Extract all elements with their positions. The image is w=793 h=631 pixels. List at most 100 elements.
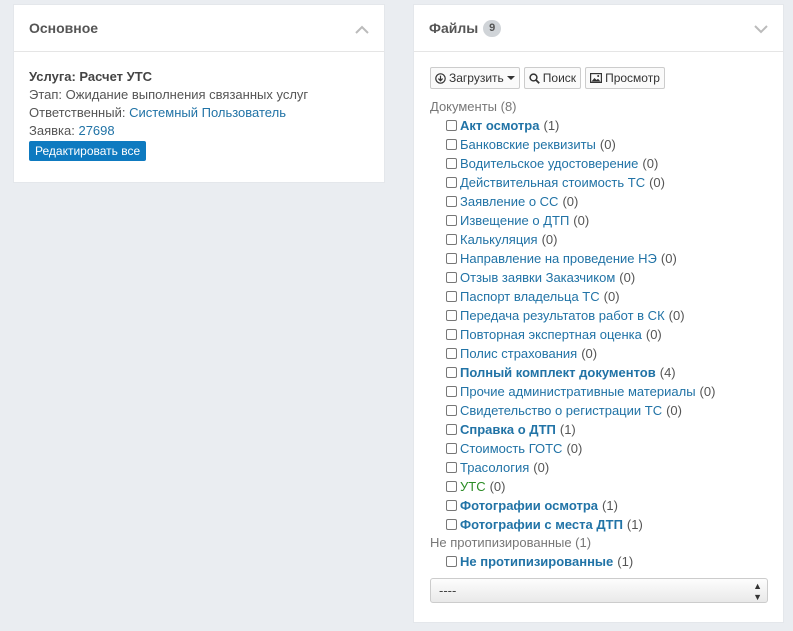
file-type-row: Стоимость ГОТС (0): [430, 439, 783, 458]
upload-button[interactable]: Загрузить: [430, 67, 520, 89]
file-type-checkbox[interactable]: [446, 519, 457, 530]
files-panel-title-wrap: Файлы 9: [429, 19, 502, 37]
file-type-row: Свидетельство о регистрации ТС (0): [430, 401, 783, 420]
file-type-count: (0): [645, 327, 662, 342]
file-type-count: (1): [543, 118, 560, 133]
file-type-link[interactable]: Трасология: [460, 458, 529, 477]
file-type-checkbox[interactable]: [446, 215, 457, 226]
file-type-checkbox[interactable]: [446, 234, 457, 245]
file-type-link[interactable]: Паспорт владельца ТС: [460, 287, 600, 306]
file-type-link[interactable]: Направление на проведение НЭ: [460, 249, 657, 268]
responsible-link[interactable]: Системный Пользователь: [129, 105, 286, 120]
file-type-checkbox[interactable]: [446, 462, 457, 473]
file-type-checkbox[interactable]: [446, 177, 457, 188]
file-type-link[interactable]: Акт осмотра: [460, 116, 539, 135]
file-type-checkbox[interactable]: [446, 367, 457, 378]
file-type-row: Повторная экспертная оценка (0): [430, 325, 783, 344]
file-type-row: Справка о ДТП (1): [430, 420, 783, 439]
file-type-link[interactable]: Полный комплект документов: [460, 363, 656, 382]
file-type-checkbox[interactable]: [446, 481, 457, 492]
upload-label: Загрузить: [449, 71, 504, 85]
file-type-link[interactable]: Заявление о СС: [460, 192, 558, 211]
file-type-count: (0): [642, 156, 659, 171]
file-type-checkbox[interactable]: [446, 556, 457, 567]
chevron-down-icon[interactable]: [754, 19, 768, 37]
file-type-row: Фотографии осмотра (1): [430, 496, 783, 515]
file-type-checkbox[interactable]: [446, 291, 457, 302]
file-type-count: (4): [659, 365, 676, 380]
file-type-checkbox[interactable]: [446, 386, 457, 397]
edit-all-button[interactable]: Редактировать все: [29, 141, 147, 161]
file-type-row: Банковские реквизиты (0): [430, 135, 783, 154]
file-type-link[interactable]: УТС: [460, 477, 486, 496]
file-type-count: (1): [559, 422, 576, 437]
file-type-count: (0): [566, 441, 583, 456]
file-type-link[interactable]: Не протипизированные: [460, 552, 613, 571]
files-panel-title: Файлы: [429, 20, 479, 36]
file-type-select[interactable]: ---- ▲ ▼: [430, 578, 768, 603]
file-type-row: Заявление о СС (0): [430, 192, 783, 211]
file-type-count: (1): [617, 554, 634, 569]
file-type-row: Акт осмотра (1): [430, 116, 783, 135]
main-panel-header[interactable]: Основное: [14, 5, 384, 52]
file-type-link[interactable]: Калькуляция: [460, 230, 538, 249]
file-type-count: (0): [581, 346, 598, 361]
file-type-checkbox[interactable]: [446, 253, 457, 264]
file-type-checkbox[interactable]: [446, 329, 457, 340]
file-type-row: Фотографии с места ДТП (1): [430, 515, 783, 534]
file-type-checkbox[interactable]: [446, 158, 457, 169]
file-type-link[interactable]: Извещение о ДТП: [460, 211, 569, 230]
stage-value: Ожидание выполнения связанных услуг: [65, 87, 309, 102]
file-type-checkbox[interactable]: [446, 310, 457, 321]
request-link[interactable]: 27698: [78, 123, 114, 138]
file-type-count: (0): [599, 137, 616, 152]
files-group-label: Не протипизированные (1): [430, 535, 592, 550]
file-type-link[interactable]: Отзыв заявки Заказчиком: [460, 268, 615, 287]
file-type-row: Полный комплект документов (4): [430, 363, 783, 382]
file-type-link[interactable]: Фотографии осмотра: [460, 496, 598, 515]
file-type-checkbox[interactable]: [446, 139, 457, 150]
preview-label: Просмотр: [605, 71, 660, 85]
preview-button[interactable]: Просмотр: [585, 67, 665, 89]
stage-line: Этап: Ожидание выполнения связанных услу…: [29, 86, 369, 104]
file-type-row: Паспорт владельца ТС (0): [430, 287, 783, 306]
file-type-link[interactable]: Фотографии с места ДТП: [460, 515, 623, 534]
file-type-link[interactable]: Свидетельство о регистрации ТС: [460, 401, 662, 420]
file-type-select-value: ----: [439, 583, 457, 598]
file-type-link[interactable]: Прочие административные материалы: [460, 382, 696, 401]
search-button[interactable]: Поиск: [523, 67, 582, 89]
file-type-checkbox[interactable]: [446, 196, 457, 207]
file-type-link[interactable]: Действительная стоимость ТС: [460, 173, 645, 192]
main-panel-body: Услуга: Расчет УТС Этап: Ожидание выполн…: [14, 52, 384, 161]
file-type-link[interactable]: Полис страхования: [460, 344, 577, 363]
search-label: Поиск: [542, 71, 577, 85]
file-type-link[interactable]: Банковские реквизиты: [460, 135, 596, 154]
chevron-up-icon[interactable]: [355, 19, 369, 37]
files-panel-header[interactable]: Файлы 9: [414, 5, 783, 52]
file-type-checkbox[interactable]: [446, 348, 457, 359]
stage-label: Этап:: [29, 87, 63, 102]
file-type-checkbox[interactable]: [446, 500, 457, 511]
file-type-row: Передача результатов работ в СК (0): [430, 306, 783, 325]
responsible-label: Ответственный:: [29, 105, 126, 120]
file-type-link[interactable]: Передача результатов работ в СК: [460, 306, 665, 325]
file-type-row: Направление на проведение НЭ (0): [430, 249, 783, 268]
file-type-count: (0): [489, 479, 506, 494]
file-type-row: Отзыв заявки Заказчиком (0): [430, 268, 783, 287]
file-type-checkbox[interactable]: [446, 120, 457, 131]
file-type-checkbox[interactable]: [446, 443, 457, 454]
file-type-link[interactable]: Повторная экспертная оценка: [460, 325, 642, 344]
file-type-row: Не протипизированные (1): [430, 552, 783, 571]
file-type-row: Действительная стоимость ТС (0): [430, 173, 783, 192]
file-type-count: (0): [573, 213, 590, 228]
file-type-checkbox[interactable]: [446, 424, 457, 435]
file-type-checkbox[interactable]: [446, 405, 457, 416]
file-type-count: (0): [649, 175, 665, 190]
file-type-checkbox[interactable]: [446, 272, 457, 283]
file-type-link[interactable]: Водительское удостоверение: [460, 154, 638, 173]
files-tree: Документы (8) Акт осмотра (1) Банковские ре…: [430, 98, 783, 571]
files-toolbar: Загрузить Поиск Просмотр: [430, 67, 783, 89]
file-type-link[interactable]: Стоимость ГОТС: [460, 439, 562, 458]
file-type-link[interactable]: Справка о ДТП: [460, 420, 556, 439]
files-panel: Файлы 9 Загрузить Поиск Просмотр Докумен…: [414, 5, 783, 622]
